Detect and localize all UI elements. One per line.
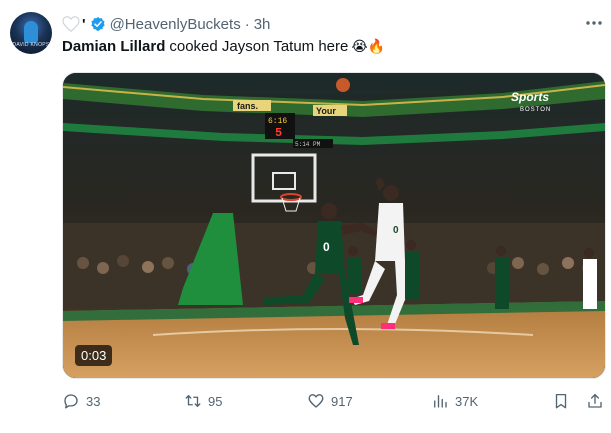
timestamp[interactable]: 3h [254,16,271,33]
verified-badge-icon [90,17,105,31]
tweet: DAVID KNOPS ' @HeavenlyBuckets · 3h Dami… [0,0,611,433]
action-bar: 33 95 917 37K [62,390,607,412]
share-button[interactable] [586,390,604,412]
tweet-text: Damian Lillard cooked Jayson Tatum here … [62,38,385,55]
video-player[interactable]: fans. Your 6:16 5 5:14 PM 0 0 Sports BOS… [62,72,606,379]
svg-text:BOSTON: BOSTON [520,107,551,113]
arena-sign-your-text: Your [316,106,336,116]
video-duration-badge: 0:03 [75,345,113,366]
more-horizontal-icon[interactable] [585,16,603,30]
avatar-caption: DAVID KNOPS [12,42,50,48]
reply-button[interactable]: 33 [62,390,100,412]
share-icon [588,393,602,408]
retweet-icon [185,395,201,407]
tweet-text-emojis: 😭🔥 [351,38,386,54]
like-count: 917 [331,393,353,409]
basketball [336,78,350,92]
shot-clock-bottom: 5 [275,126,282,140]
header-separator: · [244,15,250,33]
svg-text:0: 0 [393,225,399,236]
avatar-figure [24,21,38,43]
shot-clock-top: 6:16 [268,117,287,126]
views-button[interactable]: 37K [431,390,478,412]
heart-icon [308,394,324,408]
bookmark-button[interactable] [552,390,570,412]
game-clock: 5:14 PM [295,141,321,148]
like-button[interactable]: 917 [307,390,353,412]
white-heart-icon [62,16,80,32]
svg-text:Sports: Sports [511,90,549,104]
views-icon [434,395,447,408]
bookmark-icon [555,393,567,409]
arena-sign-fans-text: fans. [237,101,258,111]
avatar[interactable]: DAVID KNOPS [10,12,52,54]
views-count: 37K [455,393,479,409]
svg-text:0: 0 [323,240,330,254]
video-frame: fans. Your 6:16 5 5:14 PM 0 0 Sports BOS… [63,73,605,378]
author-handle[interactable]: @HeavenlyBuckets [110,16,241,33]
tweet-header: ' @HeavenlyBuckets · 3h [62,14,270,34]
reply-count: 33 [86,393,101,409]
tweet-text-bold-name: Damian Lillard [62,38,166,55]
retweet-button[interactable]: 95 [184,390,222,412]
reply-icon [64,394,78,409]
tweet-text-body: cooked Jayson Tatum here [169,38,349,55]
retweet-count: 95 [208,393,223,409]
author-name-fragment[interactable]: ' [82,16,86,33]
